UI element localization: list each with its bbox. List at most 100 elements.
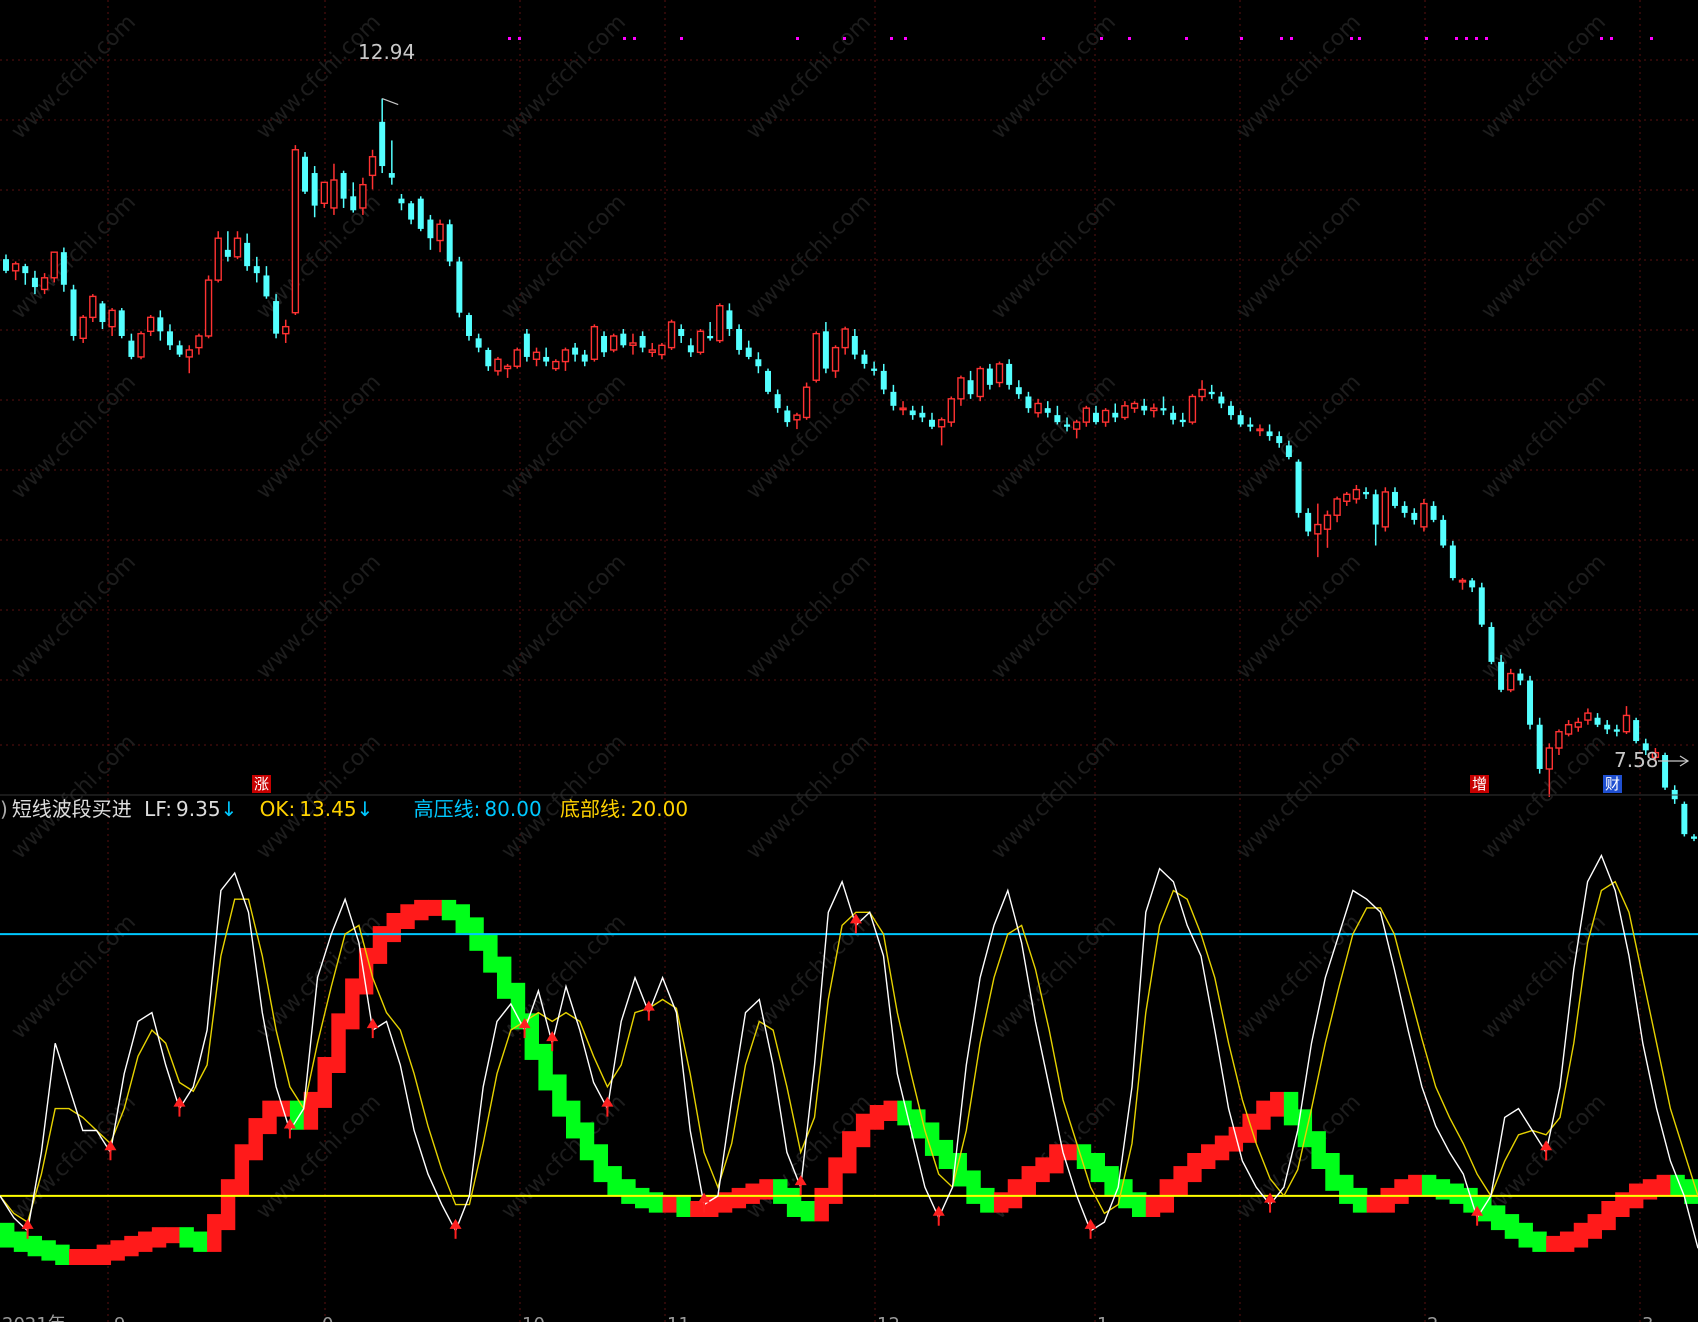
band-segment-down bbox=[41, 1240, 56, 1261]
candle-body bbox=[408, 203, 415, 220]
candle-body bbox=[561, 349, 570, 363]
legend-bottom-value: 20.00 bbox=[630, 797, 689, 821]
candle-body bbox=[1015, 387, 1022, 395]
candle-body bbox=[146, 316, 155, 333]
legend-name[interactable]: 短线波段买进 bbox=[12, 797, 132, 821]
band-segment-up bbox=[1145, 1196, 1161, 1217]
event-marker bbox=[508, 37, 511, 40]
candle-body bbox=[995, 363, 1004, 384]
event-marker bbox=[633, 37, 636, 40]
candle-body bbox=[436, 223, 444, 242]
candle-body bbox=[1594, 717, 1601, 725]
watermark-text: www.cfchi.com bbox=[1232, 10, 1366, 144]
candle-body bbox=[99, 303, 106, 323]
candle-body bbox=[861, 354, 868, 364]
candle-body bbox=[1121, 405, 1129, 419]
candle-body bbox=[1527, 680, 1534, 725]
band-segment-down bbox=[1090, 1153, 1105, 1183]
event-marker bbox=[796, 37, 799, 40]
band-segment-up bbox=[207, 1214, 222, 1252]
candle-body bbox=[359, 183, 367, 209]
band-segment-up bbox=[345, 978, 360, 1030]
legend-lf-arrow: ↓ bbox=[220, 797, 238, 821]
candle-body bbox=[1517, 673, 1524, 681]
candle-body bbox=[1314, 523, 1322, 535]
band-segment-up bbox=[690, 1201, 705, 1217]
event-marker bbox=[680, 37, 683, 40]
band-segment-up bbox=[1187, 1153, 1202, 1183]
band-segment-up bbox=[1656, 1174, 1671, 1196]
candle-body bbox=[899, 407, 907, 411]
x-axis-label: 2021年 bbox=[2, 1314, 66, 1322]
band-segment-up bbox=[110, 1240, 125, 1261]
candle-body bbox=[1333, 498, 1341, 516]
candle-body bbox=[1343, 493, 1351, 502]
watermark-text: www.cfchi.com bbox=[7, 10, 141, 144]
candle-body bbox=[736, 329, 743, 350]
band-segment-down bbox=[13, 1231, 29, 1252]
candle-body bbox=[1025, 396, 1032, 409]
candle-body bbox=[1458, 579, 1467, 583]
candle-body bbox=[1613, 729, 1620, 732]
band-segment-up bbox=[1007, 1179, 1023, 1209]
candle-body bbox=[1564, 724, 1573, 735]
tag-zhang[interactable]: 涨 bbox=[252, 775, 272, 793]
band-segment-down bbox=[786, 1187, 802, 1217]
watermark-text: www.cfchi.com bbox=[252, 550, 386, 684]
candle-body bbox=[1574, 721, 1582, 728]
x-axis-label: 11 bbox=[667, 1314, 690, 1322]
watermark-text: www.cfchi.com bbox=[497, 10, 631, 144]
legend-high-value: 80.00 bbox=[484, 797, 542, 821]
candle-body bbox=[263, 275, 270, 297]
event-marker bbox=[518, 37, 521, 40]
event-marker bbox=[1280, 37, 1283, 40]
event-marker bbox=[623, 37, 626, 40]
tag-zeng[interactable]: 增 bbox=[1470, 775, 1490, 793]
candle-body bbox=[89, 295, 97, 319]
event-marker bbox=[904, 37, 907, 40]
watermark-layer: www.cfchi.com www.cfchi.com www.cfchi.com w… bbox=[7, 10, 1611, 1224]
watermark-text: www.cfchi.com bbox=[1477, 190, 1611, 324]
event-marker bbox=[890, 37, 893, 40]
band-segment-up bbox=[731, 1187, 747, 1209]
candle-body bbox=[1381, 491, 1390, 528]
band-segment-up bbox=[262, 1100, 277, 1135]
candle-body bbox=[707, 335, 714, 339]
candle-body bbox=[890, 391, 897, 406]
candle-body bbox=[880, 370, 887, 390]
candle-body bbox=[456, 261, 463, 313]
candle-body bbox=[1044, 408, 1051, 413]
candle-body bbox=[340, 173, 347, 199]
band-segment-up bbox=[1380, 1187, 1395, 1213]
candle-body bbox=[79, 316, 87, 340]
watermark-text: www.cfchi.com bbox=[987, 730, 1121, 864]
watermark-text: www.cfchi.com bbox=[987, 550, 1121, 684]
band-segment-up bbox=[1214, 1135, 1230, 1161]
candle-body bbox=[1188, 395, 1197, 423]
candle-body bbox=[224, 249, 231, 257]
candle-body bbox=[244, 242, 251, 267]
band-segment-down bbox=[938, 1139, 954, 1169]
candle-body bbox=[726, 310, 733, 329]
tag-cai[interactable]: 财 bbox=[1603, 775, 1623, 793]
band-segment-up bbox=[427, 899, 443, 916]
candle-body bbox=[31, 277, 38, 288]
candle-body bbox=[1092, 412, 1099, 423]
candle-body bbox=[976, 367, 984, 398]
candle-body bbox=[581, 354, 588, 362]
candle-body bbox=[678, 329, 685, 336]
band-segment-down bbox=[1477, 1196, 1492, 1222]
candle-body bbox=[957, 377, 965, 400]
watermark-text: www.cfchi.com bbox=[987, 10, 1121, 144]
candle-body bbox=[609, 335, 618, 351]
band-segment-up bbox=[855, 1113, 871, 1148]
band-segment-down bbox=[1518, 1222, 1533, 1248]
band-segment-down bbox=[607, 1166, 622, 1196]
band-segment-down bbox=[193, 1231, 208, 1252]
candle-body bbox=[552, 360, 560, 370]
band-segment-up bbox=[1546, 1235, 1561, 1252]
x-axis-label: 3 bbox=[1642, 1314, 1653, 1322]
candle-body bbox=[793, 414, 801, 421]
candle-body bbox=[1555, 731, 1563, 749]
candle-body bbox=[696, 330, 705, 353]
